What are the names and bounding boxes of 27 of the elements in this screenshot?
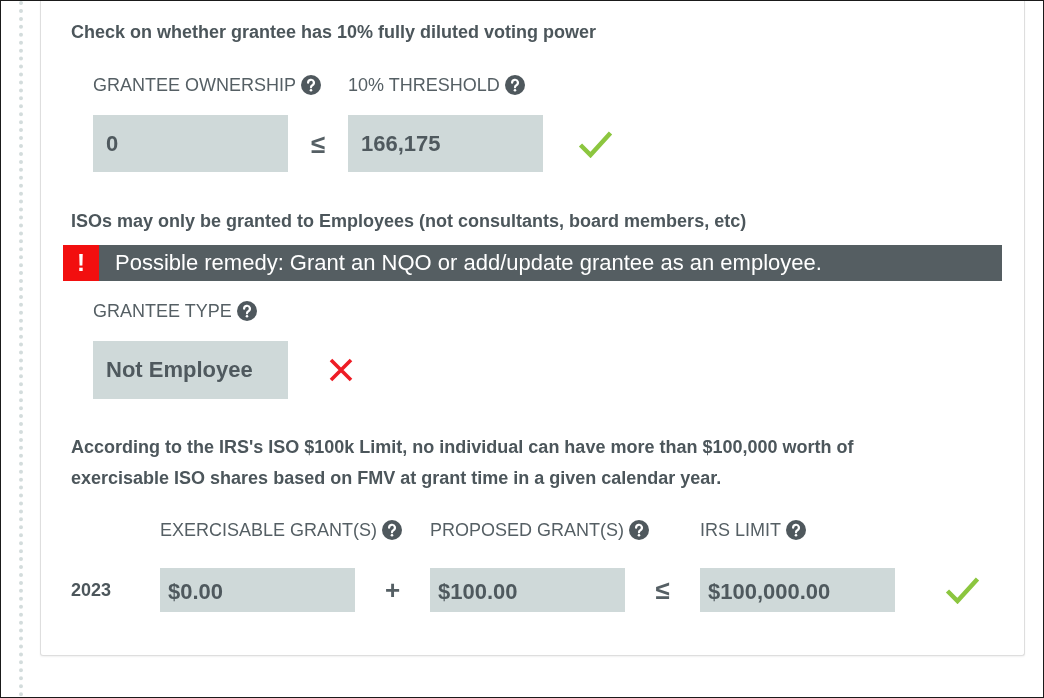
help-icon[interactable]	[504, 75, 525, 95]
field-label: PROPOSED GRANT(S)	[430, 520, 625, 540]
check-heading: Check on whether grantee has 10% fully diluted voting power	[71, 22, 597, 42]
check-heading: According to the IRS's ISO $100k Limit, no individual can have more than $100,000 worth of exercisable ISO shares based on FMV at grant time in a given calendar year.	[71, 436, 855, 490]
help-icon[interactable]	[382, 520, 403, 540]
field-label: IRS LIMIT	[700, 520, 781, 540]
help-icon[interactable]	[629, 520, 650, 540]
value-field: 166,175	[348, 115, 543, 172]
year-label: 2023	[71, 579, 112, 600]
alert-message: Possible remedy: Grant an NQO or add/update grantee as an employee.	[115, 249, 822, 277]
value-field: 0	[93, 115, 288, 172]
field-label: GRANTEE TYPE	[93, 301, 232, 321]
operator-symbol: ≤	[655, 575, 670, 605]
field-label: GRANTEE OWNERSHIP	[93, 75, 297, 95]
field-label: EXERCISABLE GRANT(S)	[160, 520, 378, 540]
check-heading: ISOs may only be granted to Employees (not consultants, board members, etc)	[71, 211, 747, 231]
operator-symbol: +	[384, 575, 401, 605]
field-label: 10% THRESHOLD	[348, 75, 500, 95]
operator-symbol: ≤	[310, 128, 326, 159]
value-field: $0.00	[160, 568, 355, 612]
value-field: $100,000.00	[700, 568, 895, 612]
value-field: Not Employee	[93, 341, 288, 399]
help-icon[interactable]	[236, 301, 257, 321]
value-field: $100.00	[430, 568, 625, 612]
help-icon[interactable]	[301, 75, 322, 95]
warning-marker: !	[63, 245, 99, 281]
help-icon[interactable]	[786, 520, 806, 540]
